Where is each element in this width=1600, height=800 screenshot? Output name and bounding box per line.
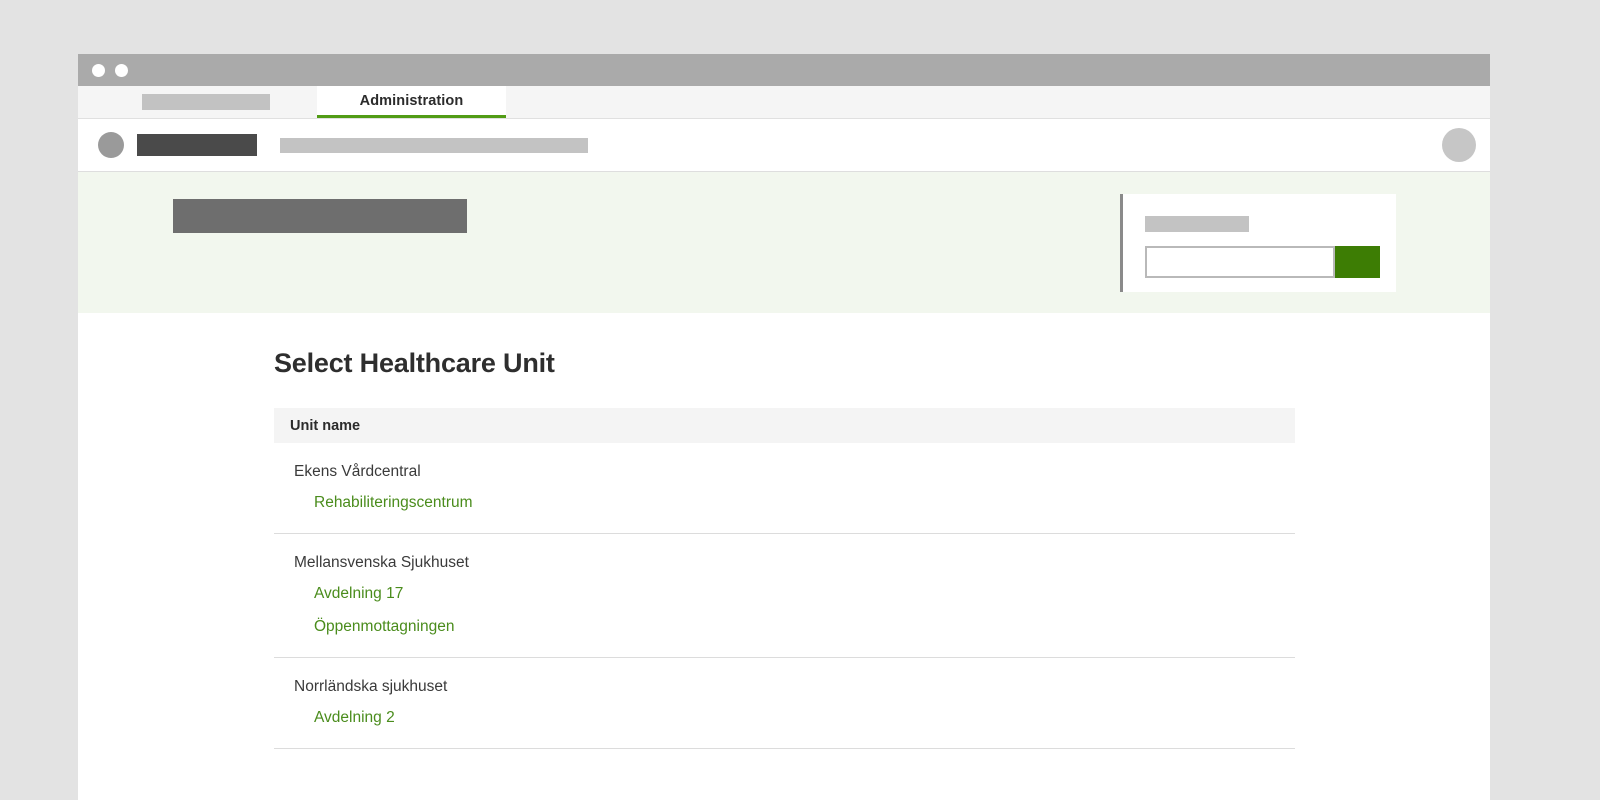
window-control-dot-2[interactable] [115, 63, 128, 77]
unit-parent-name: Mellansvenska Sjukhuset [294, 554, 469, 571]
unit-parent-name: Norrländska sjukhuset [294, 678, 448, 695]
unit-group: Mellansvenska Sjukhuset Avdelning 17 Öpp… [274, 534, 1295, 658]
unit-group: Ekens Vårdcentral Rehabiliteringscentrum [274, 443, 1295, 534]
tab-placeholder-redacted[interactable] [142, 94, 270, 110]
main-content: Select Healthcare Unit Unit name Ekens V… [78, 348, 1490, 749]
healthcare-unit-table: Unit name Ekens Vårdcentral Rehabiliteri… [274, 408, 1295, 749]
search-label-placeholder [1145, 216, 1249, 232]
column-header-unit-name: Unit name [290, 417, 361, 434]
unit-child-link[interactable]: Rehabiliteringscentrum [274, 486, 473, 519]
unit-child-link[interactable]: Avdelning 2 [274, 701, 395, 734]
user-avatar[interactable] [1442, 128, 1476, 162]
table-header-row: Unit name [274, 408, 1295, 443]
search-submit-button[interactable] [1335, 246, 1380, 278]
tab-administration-label: Administration [359, 92, 464, 109]
page-title: Select Healthcare Unit [274, 348, 555, 378]
browser-window: Administration Select Healthcare Unit Un… [78, 54, 1490, 800]
unit-group: Norrländska sjukhuset Avdelning 2 [274, 658, 1295, 749]
search-input[interactable] [1145, 246, 1335, 278]
window-control-dot-1[interactable] [92, 63, 105, 77]
app-logo-icon [98, 132, 124, 158]
unit-child-link[interactable]: Avdelning 17 [274, 577, 403, 610]
hero-banner-placeholder [173, 199, 467, 233]
app-nav-placeholder[interactable] [280, 137, 588, 153]
unit-parent-name: Ekens Vårdcentral [294, 463, 421, 480]
browser-titlebar [78, 54, 1490, 86]
unit-child-link[interactable]: Öppenmottagningen [274, 610, 454, 643]
search-row [1145, 246, 1396, 278]
app-title-placeholder [137, 134, 257, 156]
app-header-bar [78, 119, 1490, 172]
tab-administration[interactable]: Administration [317, 86, 506, 118]
search-card [1120, 194, 1396, 292]
hero-band [78, 172, 1490, 313]
browser-tabstrip: Administration [78, 86, 1490, 119]
